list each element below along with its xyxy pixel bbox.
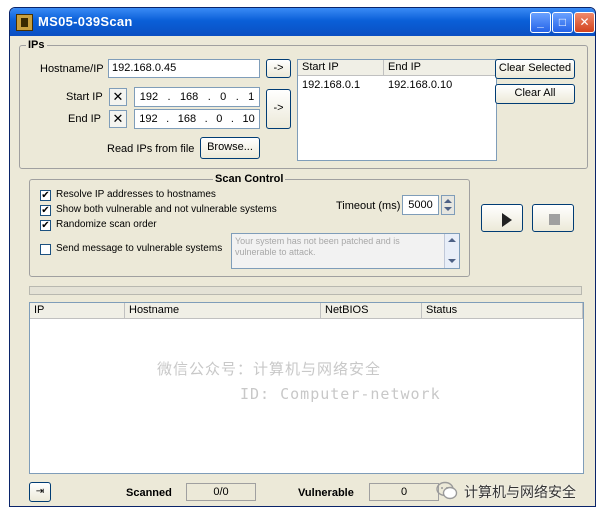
watermark-line2: ID: Computer-network <box>240 385 441 403</box>
start-ip-octet: 192 <box>139 91 159 103</box>
hostname-label: Hostname/IP <box>40 63 104 75</box>
wechat-logo-icon <box>436 481 458 501</box>
timeout-label: Timeout (ms) <box>336 200 401 212</box>
progress-bar <box>29 286 582 295</box>
browse-button[interactable]: Browse... <box>200 137 260 159</box>
results-header-hostname[interactable]: Hostname <box>125 303 321 319</box>
export-icon: ⇥ <box>35 486 45 497</box>
list-header-start[interactable]: Start IP <box>298 60 384 76</box>
clear-start-ip-icon[interactable]: ✕ <box>109 88 127 106</box>
minimize-button[interactable]: _ <box>530 12 551 33</box>
message-scrollbar[interactable] <box>444 234 459 268</box>
timeout-input[interactable]: 5000 <box>402 195 439 215</box>
list-header-end[interactable]: End IP <box>384 60 496 76</box>
stop-scan-button[interactable] <box>532 204 574 232</box>
read-file-label: Read IPs from file <box>107 143 195 155</box>
ip-range-list[interactable]: Start IP End IP 192.168.0.1 192.168.0.10 <box>297 59 497 161</box>
resolve-hostnames-label: Resolve IP addresses to hostnames <box>56 189 216 200</box>
scanned-count: 0/0 <box>186 483 256 501</box>
export-button[interactable]: ⇥ <box>29 482 51 502</box>
scroll-down-icon[interactable] <box>448 259 456 263</box>
send-message-checkbox[interactable] <box>40 244 51 255</box>
end-ip-octet: 168 <box>177 113 197 125</box>
message-textarea[interactable]: Your system has not been patched and is … <box>231 233 460 269</box>
watermark-line1: 微信公众号：计算机与网络安全 <box>157 360 382 378</box>
end-ip-octet: 0 <box>216 113 223 125</box>
vulnerable-label: Vulnerable <box>298 487 354 499</box>
end-ip-octet: 192 <box>139 113 158 125</box>
close-button[interactable]: ✕ <box>574 12 595 33</box>
end-ip-label: End IP <box>68 113 102 125</box>
start-ip-octet: 1 <box>248 91 255 103</box>
results-header-status[interactable]: Status <box>422 303 583 319</box>
clear-all-button[interactable]: Clear All <box>495 84 575 104</box>
clear-end-ip-icon[interactable]: ✕ <box>109 110 127 128</box>
randomize-label: Randomize scan order <box>56 219 157 230</box>
scanned-label: Scanned <box>126 487 172 499</box>
show-both-checkbox[interactable]: ✔ <box>40 205 51 216</box>
list-item[interactable]: 192.168.0.1 192.168.0.10 <box>298 78 496 92</box>
vulnerable-count: 0 <box>369 483 439 501</box>
add-host-button[interactable]: -> <box>266 59 291 78</box>
start-ip-field[interactable]: 192. 168. 0. 1 <box>134 87 260 107</box>
list-item-start: 192.168.0.1 <box>302 79 361 91</box>
timeout-spinner[interactable] <box>441 195 455 215</box>
start-ip-octet: 168 <box>179 91 199 103</box>
resolve-hostnames-checkbox[interactable]: ✔ <box>40 190 51 201</box>
app-window: MS05-039Scan _ □ ✕ IPs Hostname/IP 192.1… <box>9 7 596 507</box>
end-ip-field[interactable]: 192. 168. 0. 10 <box>134 109 260 129</box>
clear-selected-button[interactable]: Clear Selected <box>495 59 575 79</box>
spin-up-icon[interactable] <box>444 199 452 203</box>
randomize-checkbox[interactable]: ✔ <box>40 220 51 231</box>
list-item-end: 192.168.0.10 <box>388 79 453 91</box>
stop-icon <box>549 214 560 225</box>
start-ip-label: Start IP <box>66 91 103 103</box>
app-icon <box>16 14 33 31</box>
send-message-label: Send message to vulnerable systems <box>56 243 223 254</box>
show-both-label: Show both vulnerable and not vulnerable … <box>56 204 277 215</box>
spin-down-icon[interactable] <box>444 207 452 211</box>
ips-group-label: IPs <box>26 39 47 51</box>
results-header-netbios[interactable]: NetBIOS <box>321 303 422 319</box>
scroll-up-icon[interactable] <box>448 238 456 242</box>
results-header-ip[interactable]: IP <box>30 303 125 319</box>
message-text: Your system has not been patched and is … <box>235 236 400 257</box>
end-ip-octet: 10 <box>242 113 255 125</box>
watermark-corner: 计算机与网络安全 <box>464 484 576 500</box>
hostname-input[interactable]: 192.168.0.45 <box>108 59 260 78</box>
window-title: MS05-039Scan <box>38 14 133 29</box>
add-range-button[interactable]: -> <box>266 89 291 129</box>
title-bar[interactable]: MS05-039Scan _ □ ✕ <box>10 8 595 36</box>
start-ip-octet: 0 <box>220 91 227 103</box>
scan-control-label: Scan Control <box>213 173 286 185</box>
play-icon <box>502 213 512 227</box>
start-scan-button[interactable] <box>481 204 523 232</box>
maximize-button[interactable]: □ <box>552 12 573 33</box>
